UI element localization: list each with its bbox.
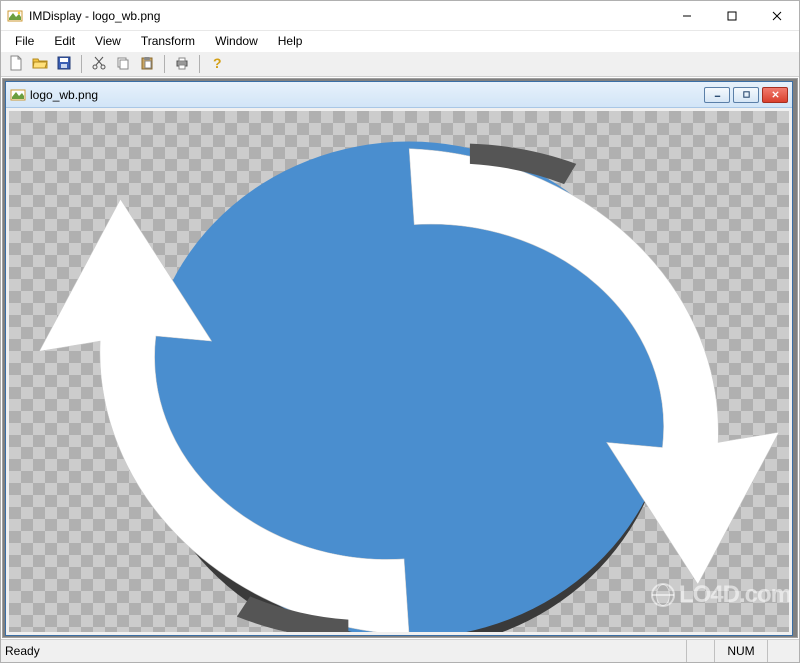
close-button[interactable] xyxy=(754,1,799,30)
status-message: Ready xyxy=(5,644,686,658)
menu-file[interactable]: File xyxy=(5,32,44,50)
window-controls xyxy=(664,1,799,30)
save-disk-icon xyxy=(56,55,72,74)
image-canvas xyxy=(9,111,789,632)
document-titlebar[interactable]: logo_wb.png xyxy=(6,82,792,108)
document-window: logo_wb.png xyxy=(5,81,793,636)
svg-text:?: ? xyxy=(213,55,222,71)
minimize-button[interactable] xyxy=(664,1,709,30)
mdi-workspace: logo_wb.png xyxy=(2,78,798,638)
doc-close-button[interactable] xyxy=(762,87,788,103)
print-button[interactable] xyxy=(171,53,193,75)
maximize-button[interactable] xyxy=(709,1,754,30)
status-numlock: NUM xyxy=(714,640,766,662)
paste-button[interactable] xyxy=(136,53,158,75)
window-title: IMDisplay - logo_wb.png xyxy=(29,9,664,23)
printer-icon xyxy=(174,55,190,74)
help-button[interactable]: ? xyxy=(206,53,228,75)
app-icon xyxy=(7,8,23,24)
title-bar: IMDisplay - logo_wb.png xyxy=(1,1,799,31)
canvas-viewport[interactable] xyxy=(6,108,792,635)
app-window: IMDisplay - logo_wb.png File Edit View T… xyxy=(0,0,800,663)
doc-maximize-button[interactable] xyxy=(733,87,759,103)
toolbar-separator xyxy=(164,55,165,73)
copy-icon xyxy=(115,55,131,74)
menu-bar: File Edit View Transform Window Help xyxy=(1,31,799,51)
status-bar: Ready NUM xyxy=(1,639,799,662)
toolbar: ? xyxy=(1,51,799,77)
paste-icon xyxy=(139,55,155,74)
menu-window[interactable]: Window xyxy=(205,32,268,50)
document-icon xyxy=(10,87,26,103)
toolbar-separator xyxy=(199,55,200,73)
new-button[interactable] xyxy=(5,53,27,75)
open-button[interactable] xyxy=(29,53,51,75)
menu-help[interactable]: Help xyxy=(268,32,313,50)
document-controls xyxy=(704,87,788,103)
copy-button[interactable] xyxy=(112,53,134,75)
menu-view[interactable]: View xyxy=(85,32,131,50)
toolbar-separator xyxy=(81,55,82,73)
menu-transform[interactable]: Transform xyxy=(131,32,205,50)
document-title: logo_wb.png xyxy=(30,88,704,102)
save-button[interactable] xyxy=(53,53,75,75)
cut-scissors-icon xyxy=(91,55,107,74)
status-spacer xyxy=(767,640,795,662)
new-file-icon xyxy=(8,55,24,74)
cut-button[interactable] xyxy=(88,53,110,75)
open-folder-icon xyxy=(32,55,48,74)
menu-edit[interactable]: Edit xyxy=(44,32,85,50)
doc-minimize-button[interactable] xyxy=(704,87,730,103)
help-question-icon: ? xyxy=(209,55,225,74)
status-spacer xyxy=(686,640,714,662)
